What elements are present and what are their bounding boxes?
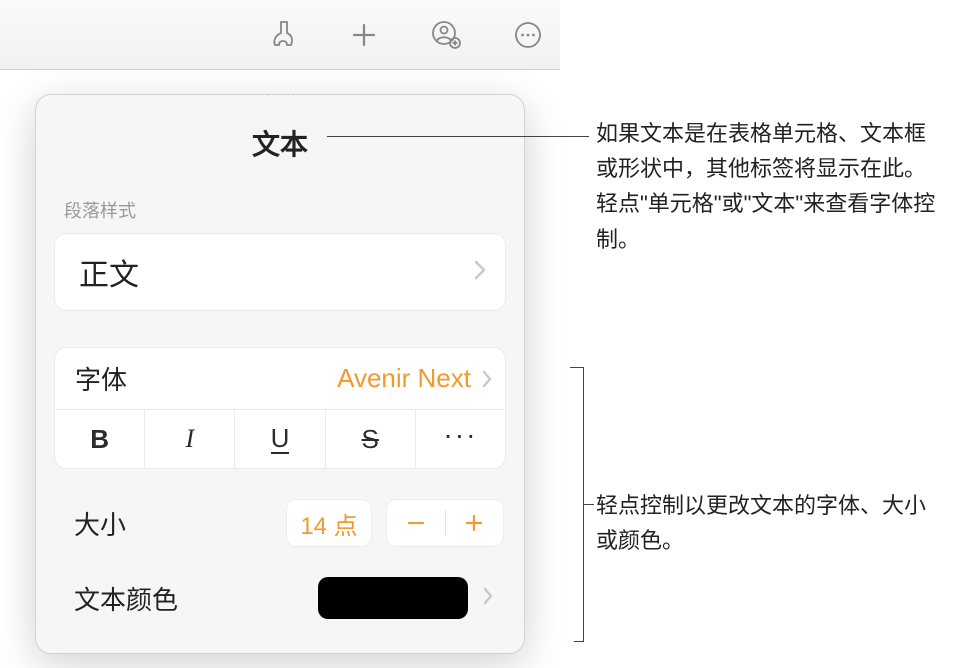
more-icon[interactable] — [508, 15, 548, 55]
collaborate-icon[interactable] — [426, 15, 466, 55]
text-style-segmented: B I U S ··· — [54, 409, 506, 469]
chevron-right-icon — [473, 258, 487, 287]
plus-icon[interactable] — [344, 15, 384, 55]
text-color-label: 文本颜色 — [74, 580, 178, 617]
popover-arrow — [268, 94, 294, 96]
bold-button[interactable]: B — [55, 410, 145, 468]
font-label: 字体 — [75, 360, 127, 397]
more-styles-button[interactable]: ··· — [416, 410, 505, 468]
italic-button[interactable]: I — [145, 410, 235, 468]
size-value[interactable]: 14 点 — [286, 499, 372, 547]
font-row[interactable]: 字体 Avenir Next — [54, 347, 506, 409]
callout-leader-line — [584, 504, 594, 505]
callout-text: 如果文本是在表格单元格、文本框或形状中，其他标签将显示在此。轻点"单元格"或"文… — [596, 116, 936, 257]
color-swatch[interactable] — [318, 577, 468, 619]
size-label: 大小 — [74, 505, 126, 542]
callout-leader-line — [327, 136, 589, 137]
increment-button[interactable] — [446, 512, 504, 534]
callout-bracket — [574, 367, 584, 642]
chevron-right-icon — [481, 369, 493, 389]
font-group: 字体 Avenir Next B I U S ··· 大小 14 点 — [54, 347, 506, 625]
size-stepper — [386, 499, 504, 547]
paragraph-style-value: 正文 — [79, 250, 139, 294]
callout-tick — [570, 367, 575, 368]
app-toolbar — [0, 0, 560, 70]
popover-title: 文本 — [36, 95, 524, 163]
format-brush-icon[interactable] — [262, 15, 302, 55]
chevron-right-icon — [482, 586, 494, 611]
paragraph-style-row[interactable]: 正文 — [54, 233, 506, 311]
underline-button[interactable]: U — [235, 410, 325, 468]
strikethrough-button[interactable]: S — [326, 410, 416, 468]
decrement-button[interactable] — [387, 512, 445, 534]
size-row: 大小 14 点 — [54, 497, 506, 549]
font-value: Avenir Next — [337, 363, 471, 394]
callout-text: 轻点控制以更改文本的字体、大小或颜色。 — [596, 488, 936, 558]
paragraph-style-label: 段落样式 — [36, 163, 524, 233]
text-color-row[interactable]: 文本颜色 — [54, 571, 506, 625]
text-format-popover: 文本 段落样式 正文 字体 Avenir Next B I U — [35, 94, 525, 654]
